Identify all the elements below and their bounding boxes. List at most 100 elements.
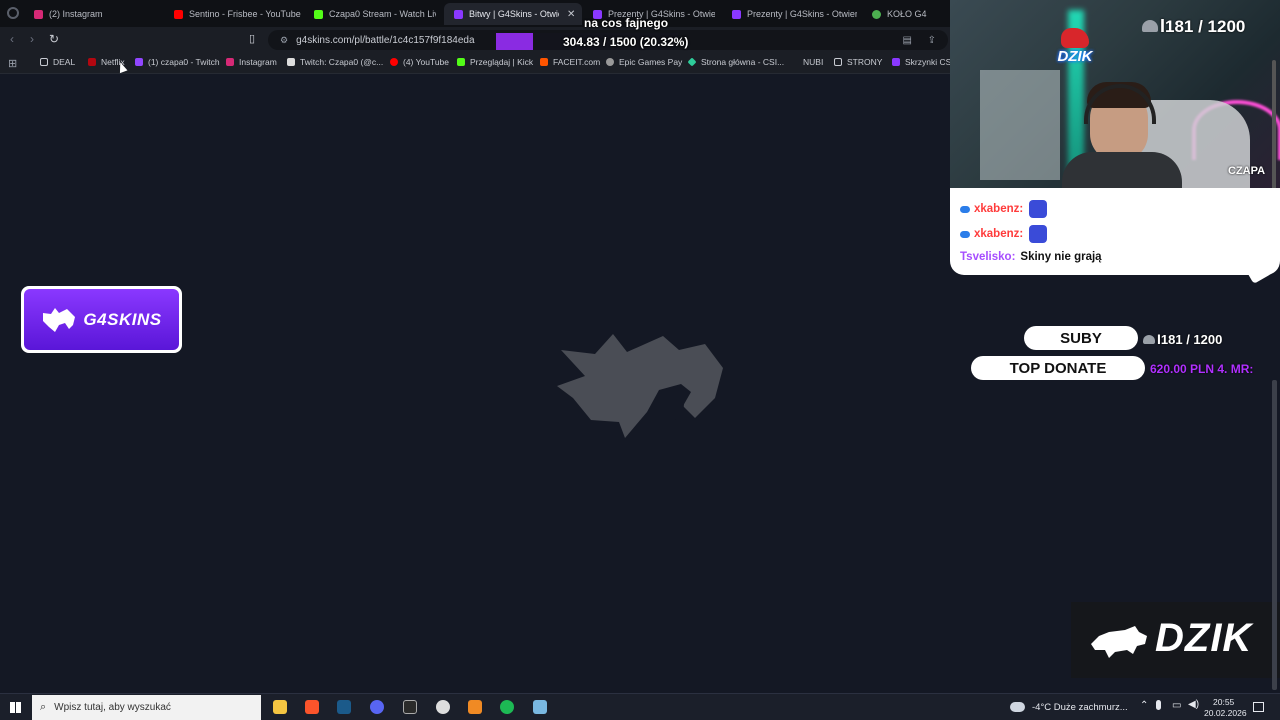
tab-youtube[interactable]: Sentino - Frisbee - YouTube xyxy=(174,3,304,25)
folder-icon xyxy=(834,58,842,66)
browser-tab-bar: (2) Instagram Sentino - Frisbee - YouTub… xyxy=(0,0,950,27)
bookmark-twitch-czapa[interactable]: Twitch: Czapa0 (@c... xyxy=(287,57,383,67)
bookmark-label: (4) YouTube xyxy=(403,57,449,67)
bookmark-twitch[interactable]: (1) czapa0 - Twitch xyxy=(135,57,220,67)
boar-icon xyxy=(1061,28,1089,48)
bookmark-strony[interactable]: STRONY xyxy=(834,57,882,67)
dzik-brand-logo: DZIK xyxy=(1071,602,1280,678)
right-scrollbar[interactable] xyxy=(1272,380,1277,690)
tab-instagram[interactable]: (2) Instagram xyxy=(34,3,164,25)
epic-games-icon[interactable] xyxy=(403,700,417,714)
reader-icon[interactable]: ▤ xyxy=(903,35,912,46)
bookmark-label: DEAL xyxy=(53,57,76,67)
tab-g4skins-gifts-2[interactable]: Prezenty | G4Skins - Otwieraj xyxy=(732,3,857,25)
network-icon[interactable]: ▭ xyxy=(1172,700,1181,711)
windows-taskbar: ⌕ Wpisz tutaj, aby wyszukać -4°C Duże za… xyxy=(0,693,1280,720)
url-text: g4skins.com/pl/battle/1c4c157f9f184eda xyxy=(296,34,475,46)
bookmark-label: (1) czapa0 - Twitch xyxy=(148,57,220,67)
bookmark-label: Epic Games Pay xyxy=(619,57,683,67)
discord-icon[interactable] xyxy=(370,700,384,714)
emote-icon xyxy=(1029,200,1048,218)
obs-icon[interactable] xyxy=(436,700,450,714)
bookmark-label: STRONY xyxy=(847,57,883,67)
windows-start-icon[interactable] xyxy=(10,702,21,713)
bookmark-kick[interactable]: Przeglądaj | Kick xyxy=(457,57,533,67)
epic-icon xyxy=(606,58,614,66)
user-badge-icon xyxy=(960,230,970,238)
helmet-icon xyxy=(1143,335,1155,344)
sub-counter-top: I 181 / 1200 xyxy=(1142,16,1245,37)
reload-icon[interactable]: ↻ xyxy=(49,32,59,46)
instagram-icon xyxy=(226,58,234,66)
bookmark-skrzynki[interactable]: Skrzynki CS... xyxy=(892,57,958,67)
tab-label: KOŁO G4 xyxy=(887,9,927,19)
bookmark-csi[interactable]: Strona główna - CSI... xyxy=(687,57,784,67)
emote-icon xyxy=(1029,225,1048,243)
steam-icon[interactable] xyxy=(337,700,351,714)
notifications-icon[interactable] xyxy=(1253,702,1264,712)
bookmark-youtube[interactable]: (4) YouTube xyxy=(390,57,449,67)
bookmark-label: Instagram xyxy=(239,57,277,67)
bookmark-instagram[interactable]: Instagram xyxy=(226,57,277,67)
tray-chevron-icon[interactable]: ⌃ xyxy=(1140,700,1148,711)
tab-kick[interactable]: Czapa0 Stream - Watch Live o xyxy=(314,3,436,25)
boar-icon xyxy=(1091,626,1147,658)
forward-icon[interactable]: › xyxy=(30,32,34,46)
tiktok-icon xyxy=(287,58,295,66)
search-icon: ⌕ xyxy=(40,701,47,713)
microphone-icon[interactable] xyxy=(1156,700,1161,710)
goal-progress-fill xyxy=(496,33,533,50)
browser-menu-icon[interactable] xyxy=(7,7,19,19)
bookmark-label: NUBI xyxy=(803,57,824,67)
spotify-icon[interactable] xyxy=(500,700,514,714)
chat-panel: xkabenz: xkabenz: Tsvelisko: Skiny nie g… xyxy=(950,188,1280,275)
search-placeholder: Wpisz tutaj, aby wyszukać xyxy=(54,702,171,713)
bookmark-faceit[interactable]: FACEIT.com xyxy=(540,57,600,67)
chat-username: xkabenz: xyxy=(974,203,1024,215)
site-info-icon[interactable]: ⚙ xyxy=(280,35,288,46)
tab-g4skins-battle[interactable]: Bitwy | G4Skins - Otwieraj ✕ xyxy=(444,3,582,25)
apps-icon[interactable]: ⊞ xyxy=(8,57,17,70)
share-icon[interactable]: ⇪ xyxy=(928,35,936,46)
clock-time[interactable]: 20:55 xyxy=(1213,697,1234,707)
weather-text[interactable]: -4°C Duże zachmurz... xyxy=(1032,702,1128,713)
chat-username: xkabenz: xyxy=(974,228,1024,240)
close-tab-icon[interactable]: ✕ xyxy=(567,9,575,20)
webcam-scrollbar[interactable] xyxy=(1272,60,1276,188)
bookmark-label: FACEIT.com xyxy=(553,57,601,67)
goal-label: na cos fajnego xyxy=(584,16,669,30)
app-blue-icon[interactable] xyxy=(533,700,547,714)
browser-nav-bar: ‹ › ↻ ▯ ⚙ g4skins.com/pl/battle/1c4c157f… xyxy=(0,27,950,52)
g4skins-icon xyxy=(454,9,463,19)
faceit-icon xyxy=(540,58,548,66)
bookmark-epic[interactable]: Epic Games Pay xyxy=(606,57,682,67)
chat-message: Tsvelisko: Skiny nie grają xyxy=(960,251,1102,263)
suby-pill: SUBY xyxy=(1024,326,1138,350)
bookmark-icon[interactable]: ▯ xyxy=(249,32,255,45)
tab-kolo-g4[interactable]: KOŁO G4 xyxy=(872,3,942,25)
sub-count-top-text: 181 / 1200 xyxy=(1165,17,1246,36)
kick-icon xyxy=(314,9,323,19)
helmet-icon xyxy=(1142,20,1158,32)
chat-message: xkabenz: xyxy=(960,200,1048,218)
file-explorer-icon[interactable] xyxy=(273,700,287,714)
app-orange-icon[interactable] xyxy=(468,700,482,714)
back-icon[interactable]: ‹ xyxy=(10,32,14,46)
g4skins-icon xyxy=(892,58,900,66)
g4skins-badge-label: G4SKINS xyxy=(83,309,162,329)
suby-count-text: 181 / 1200 xyxy=(1160,332,1223,347)
brave-browser-icon[interactable] xyxy=(305,700,319,714)
dzik-brand-label: DZIK xyxy=(1155,616,1253,660)
dzik-small-logo: DZIK xyxy=(1050,28,1100,72)
chat-username: Tsvelisko: xyxy=(960,251,1016,263)
bookmark-deal[interactable]: DEAL xyxy=(40,57,75,67)
clock-date[interactable]: 20.02.2026 xyxy=(1204,708,1247,718)
speaker-icon[interactable]: ◀) xyxy=(1188,699,1199,710)
panther-icon xyxy=(43,307,76,332)
bookmark-nubi[interactable]: NUBI xyxy=(803,57,823,67)
taskbar-search[interactable]: ⌕ Wpisz tutaj, aby wyszukać xyxy=(32,695,261,720)
bookmark-label: Twitch: Czapa0 (@c... xyxy=(300,57,384,67)
wheel-icon xyxy=(872,9,881,19)
chat-message: xkabenz: xyxy=(960,225,1048,243)
webcam-feed: DZIK I 181 / 1200 CZAPA xyxy=(950,0,1280,188)
